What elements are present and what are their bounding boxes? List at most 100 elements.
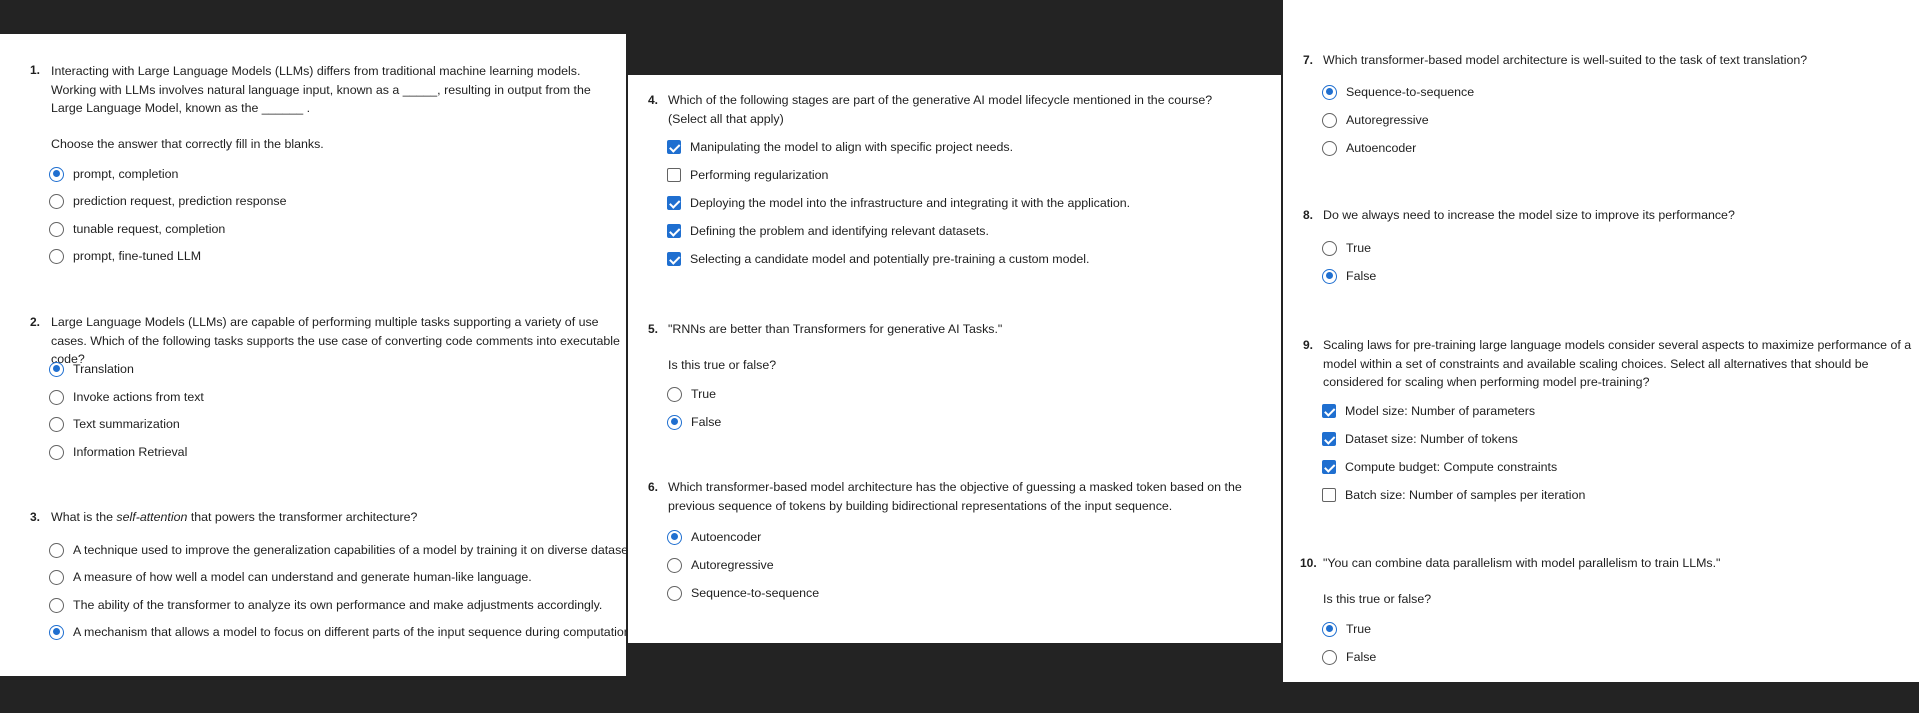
question-text-part: that powers the transformer architecture… [187,510,418,524]
option-label: Autoencoder [1346,141,1417,155]
answer-option[interactable]: Information Retrieval [49,442,187,462]
answer-option[interactable]: prompt, completion [49,164,178,184]
radio-icon[interactable] [49,569,64,585]
answer-option[interactable]: Dataset size: Number of tokens [1322,429,1518,449]
answer-option[interactable]: A measure of how well a model can unders… [49,567,532,587]
answer-option[interactable]: Performing regularization [667,165,828,185]
option-label: tunable request, completion [73,222,226,236]
answer-option[interactable]: Invoke actions from text [49,387,204,407]
radio-icon[interactable] [49,444,64,460]
question-number: 1. [30,63,41,77]
radio-selected-icon[interactable] [49,624,64,640]
answer-option[interactable]: Sequence-to-sequence [667,583,819,603]
quiz-panel-middle: 4. Which of the following stages are par… [628,75,1281,643]
answer-option[interactable]: The ability of the transformer to analyz… [49,595,602,615]
question-number: 4. [648,93,659,107]
answer-option[interactable]: A technique used to improve the generali… [49,540,641,560]
option-label: Performing regularization [690,168,829,182]
radio-selected-icon[interactable] [49,361,64,377]
question-text: Which of the following stages are part o… [668,93,1213,126]
checkbox-checked-icon[interactable] [667,140,681,154]
option-label: True [691,387,717,401]
checkbox-icon[interactable] [1322,488,1336,502]
answer-option[interactable]: False [1322,266,1376,286]
answer-option[interactable]: Defining the problem and identifying rel… [667,221,989,241]
option-label: Selecting a candidate model and potentia… [690,252,1090,266]
checkbox-checked-icon[interactable] [1322,460,1336,474]
option-label: prompt, completion [73,167,179,181]
radio-icon[interactable] [49,193,64,209]
answer-option[interactable]: Deploying the model into the infrastruct… [667,193,1130,213]
option-label: Invoke actions from text [73,390,204,404]
option-label: False [1346,650,1377,664]
answer-option[interactable]: Autoregressive [667,555,774,575]
radio-selected-icon[interactable] [1322,268,1337,284]
answer-option[interactable]: prompt, fine-tuned LLM [49,246,201,266]
answer-option[interactable]: Autoencoder [1322,138,1416,158]
answer-option[interactable]: Manipulating the model to align with spe… [667,137,1013,157]
option-label: True [1346,622,1372,636]
answer-option[interactable]: False [667,412,721,432]
question-text: Which transformer-based model architectu… [668,480,1242,513]
question-number: 3. [30,510,41,524]
quiz-panel-left: 1. Interacting with Large Language Model… [0,34,641,676]
option-label: prediction request, prediction response [73,194,287,208]
question-instruction: Choose the answer that correctly fill in… [51,137,324,151]
radio-icon[interactable] [49,542,64,558]
question-number: 2. [30,315,41,329]
answer-option[interactable]: False [1322,647,1376,667]
answer-option[interactable]: prediction request, prediction response [49,191,287,211]
radio-icon[interactable] [49,221,64,237]
radio-icon[interactable] [49,597,64,613]
answer-option[interactable]: True [667,384,716,404]
radio-icon[interactable] [667,386,682,402]
radio-icon[interactable] [49,416,64,432]
radio-selected-icon[interactable] [667,414,682,430]
question-number: 8. [1303,208,1314,222]
answer-option[interactable]: True [1322,619,1371,639]
option-label: Translation [73,362,134,376]
checkbox-checked-icon[interactable] [667,252,681,266]
answer-option[interactable]: tunable request, completion [49,219,225,239]
radio-icon[interactable] [49,248,64,264]
answer-option[interactable]: True [1322,238,1371,258]
radio-icon[interactable] [1322,240,1337,256]
radio-icon[interactable] [1322,112,1337,128]
question-text: What is the self-attention that powers t… [51,508,616,527]
option-label: A mechanism that allows a model to focus… [73,625,635,639]
answer-option[interactable]: Autoencoder [667,527,761,547]
answer-option[interactable]: Text summarization [49,414,180,434]
radio-icon[interactable] [49,389,64,405]
checkbox-checked-icon[interactable] [667,224,681,238]
radio-selected-icon[interactable] [667,529,682,545]
question-instruction: Is this true or false? [1323,592,1432,606]
answer-option[interactable]: Model size: Number of parameters [1322,401,1535,421]
radio-icon[interactable] [1322,140,1337,156]
question-number: 7. [1303,53,1314,67]
question-number: 10. [1300,556,1317,570]
answer-option[interactable]: Translation [49,359,134,379]
answer-option[interactable]: Autoregressive [1322,110,1429,130]
radio-icon[interactable] [667,585,682,601]
checkbox-checked-icon[interactable] [1322,404,1336,418]
radio-selected-icon[interactable] [1322,621,1337,637]
option-label: Autoregressive [1346,113,1429,127]
checkbox-checked-icon[interactable] [667,196,681,210]
option-label: Model size: Number of parameters [1345,404,1536,418]
checkbox-checked-icon[interactable] [1322,432,1336,446]
checkbox-icon[interactable] [667,168,681,182]
answer-option[interactable]: Batch size: Number of samples per iterat… [1322,485,1585,505]
option-label: Manipulating the model to align with spe… [690,140,1014,154]
answer-option[interactable]: Compute budget: Compute constraints [1322,457,1557,477]
radio-icon[interactable] [667,557,682,573]
question-emphasis: self-attention [116,510,188,524]
radio-selected-icon[interactable] [1322,84,1337,100]
answer-option[interactable]: Selecting a candidate model and potentia… [667,249,1090,269]
option-label: Autoencoder [691,530,762,544]
answer-option[interactable]: Sequence-to-sequence [1322,82,1474,102]
radio-icon[interactable] [1322,649,1337,665]
answer-option[interactable]: A mechanism that allows a model to focus… [49,622,634,642]
question-number: 9. [1303,338,1314,352]
option-label: The ability of the transformer to analyz… [73,598,603,612]
radio-selected-icon[interactable] [49,166,64,182]
